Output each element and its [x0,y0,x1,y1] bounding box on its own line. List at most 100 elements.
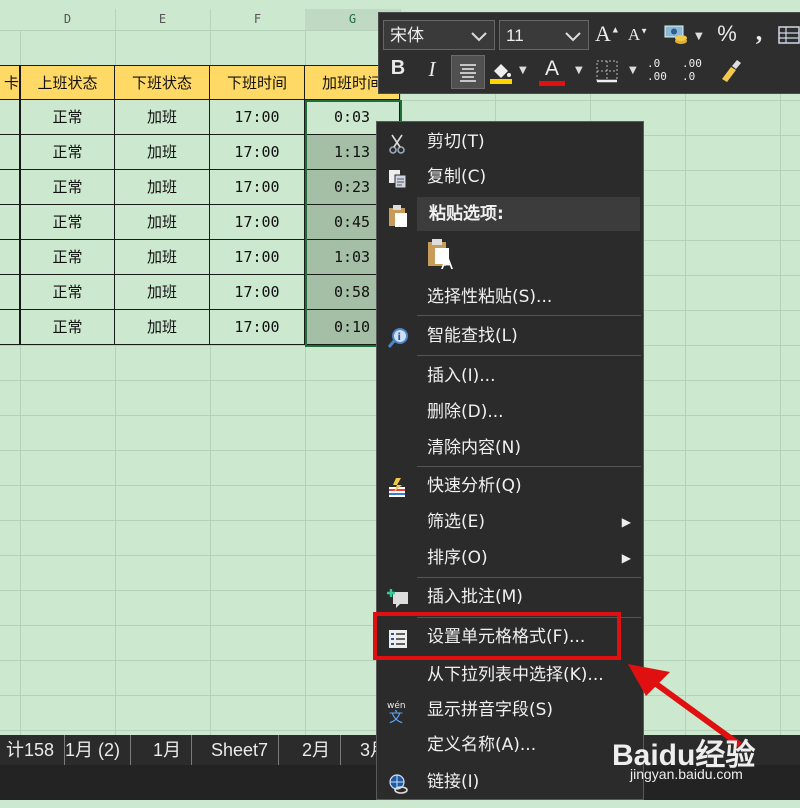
cell-clock-in-status[interactable]: 正常 [20,170,115,205]
cell-clock-in-status[interactable]: 正常 [20,275,115,310]
column-header-f[interactable]: F [210,9,306,30]
paste-option-keep-text[interactable]: A [377,234,643,276]
cell-partial[interactable] [0,275,20,310]
percent-style-button[interactable]: % [713,21,741,47]
cell-partial[interactable] [0,100,20,135]
cell-clock-out-status[interactable]: 加班 [115,310,210,345]
cell-clock-out-time[interactable]: 17:00 [210,100,305,135]
menu-item-label: 定义名称(A)... [427,735,537,755]
menu-item-label: 选择性粘贴(S)... [427,287,553,307]
cell-partial[interactable] [0,310,20,345]
shrink-font-button[interactable]: A▼ [627,25,649,45]
cell-clock-out-status[interactable]: 加班 [115,275,210,310]
cell-clock-out-status[interactable]: 加班 [115,100,210,135]
scissors-icon [387,132,409,154]
menu-item-label: 排序(O) [427,548,488,568]
sheet-tab[interactable]: 2月 [292,735,342,765]
cell-partial[interactable] [0,240,20,275]
cell-clock-out-time[interactable]: 17:00 [210,310,305,345]
format-table-icon[interactable] [777,23,800,47]
menu-item-label: 筛选(E) [427,512,486,532]
fill-color-icon[interactable] [489,59,513,85]
chevron-down-icon [564,21,582,61]
sheet-tab[interactable]: 1月 [143,735,193,765]
italic-button[interactable]: I [421,57,443,82]
chevron-down-icon[interactable]: ▼ [695,31,703,42]
insert-comment-icon [387,587,409,609]
quick-analysis-icon [387,476,409,498]
menu-item-label: 链接(I) [427,772,480,792]
cell-clock-out-time[interactable]: 17:00 [210,135,305,170]
accounting-format-icon[interactable] [663,23,689,47]
cell-clock-out-time[interactable]: 17:00 [210,205,305,240]
cell-clock-in-status[interactable]: 正常 [20,240,115,275]
borders-icon[interactable] [595,59,619,83]
chevron-down-icon[interactable]: ▼ [629,65,637,76]
cell-clock-in-status[interactable]: 正常 [20,135,115,170]
font-color-button[interactable]: A [539,57,565,87]
menu-item[interactable]: 快速分析(Q) [377,468,643,504]
grow-font-button[interactable]: A▲ [595,21,620,47]
menu-item[interactable]: wén 文显示拼音字段(S) [377,692,643,728]
header-cell-clock-in-status[interactable]: 上班状态 [20,65,115,100]
font-name-dropdown[interactable]: 宋体 [383,20,495,50]
chevron-down-icon[interactable]: ▼ [575,65,583,76]
paste-keep-text-icon: A [427,238,457,273]
menu-item[interactable]: 链接(I) [377,764,643,800]
svg-text:i: i [398,332,401,343]
cell-clock-in-status[interactable]: 正常 [20,205,115,240]
comma-style-button[interactable]: , [751,17,767,47]
cell-partial[interactable] [0,135,20,170]
submenu-arrow-icon: ▶ [621,551,631,565]
menu-item[interactable]: 删除(D)... [377,394,643,430]
header-cell-partial[interactable]: 卡 [0,65,20,100]
align-center-button[interactable] [451,55,485,89]
menu-item[interactable]: 复制(C) [377,159,643,195]
cell-partial[interactable] [0,205,20,240]
menu-item[interactable]: 筛选(E) ▶ [377,504,643,540]
column-header-d[interactable]: D [20,9,116,30]
menu-item-label: 显示拼音字段(S) [427,700,554,720]
cell-clock-in-status[interactable]: 正常 [20,310,115,345]
paste-icon [387,204,409,227]
cell-clock-out-time[interactable]: 17:00 [210,275,305,310]
svg-text:文: 文 [389,710,403,724]
chevron-down-icon[interactable]: ▼ [519,65,527,76]
cell-clock-out-status[interactable]: 加班 [115,205,210,240]
sheet-tab[interactable]: Sheet7 [201,735,280,765]
cell-clock-out-time[interactable]: 17:00 [210,170,305,205]
column-header-e[interactable]: E [115,9,211,30]
highlight-box [373,612,621,660]
menu-separator [417,466,641,467]
format-painter-icon[interactable] [717,57,743,85]
decrease-decimal-label: .00 .0 [682,57,702,83]
menu-item-label: 插入批注(M) [427,587,523,607]
font-name-value: 宋体 [390,26,424,45]
cell-clock-out-status[interactable]: 加班 [115,240,210,275]
cell-partial[interactable] [0,170,20,205]
watermark-url: jingyan.baidu.com [630,766,743,782]
copy-icon [387,167,409,189]
menu-item[interactable]: 定义名称(A)... [377,727,643,763]
font-size-dropdown[interactable]: 11 [499,20,589,50]
menu-separator [417,577,641,578]
menu-item[interactable]: i 智能查找(L) [377,318,643,354]
increase-decimal-button[interactable]: .0 .00 [647,57,677,87]
cell-clock-in-status[interactable]: 正常 [20,100,115,135]
menu-item[interactable]: 剪切(T) [377,124,643,160]
sheet-tab[interactable]: 1月 (2) [55,735,132,765]
cell-clock-out-time[interactable]: 17:00 [210,240,305,275]
menu-item[interactable]: 从下拉列表中选择(K)... [377,657,643,693]
cell-clock-out-status[interactable]: 加班 [115,170,210,205]
decrease-decimal-button[interactable]: .00 .0 [682,57,712,87]
cell-clock-out-status[interactable]: 加班 [115,135,210,170]
menu-item[interactable]: 插入(I)... [377,358,643,394]
header-cell-clock-out-status[interactable]: 下班状态 [115,65,210,100]
bold-button[interactable]: B [387,57,409,80]
menu-item[interactable]: 清除内容(N) [377,430,643,466]
align-center-icon [460,64,476,82]
menu-item[interactable]: 选择性粘贴(S)... [377,279,643,315]
header-cell-clock-out-time[interactable]: 下班时间 [210,65,305,100]
menu-item[interactable]: 排序(O) ▶ [377,540,643,576]
menu-item[interactable]: 插入批注(M) [377,579,643,615]
